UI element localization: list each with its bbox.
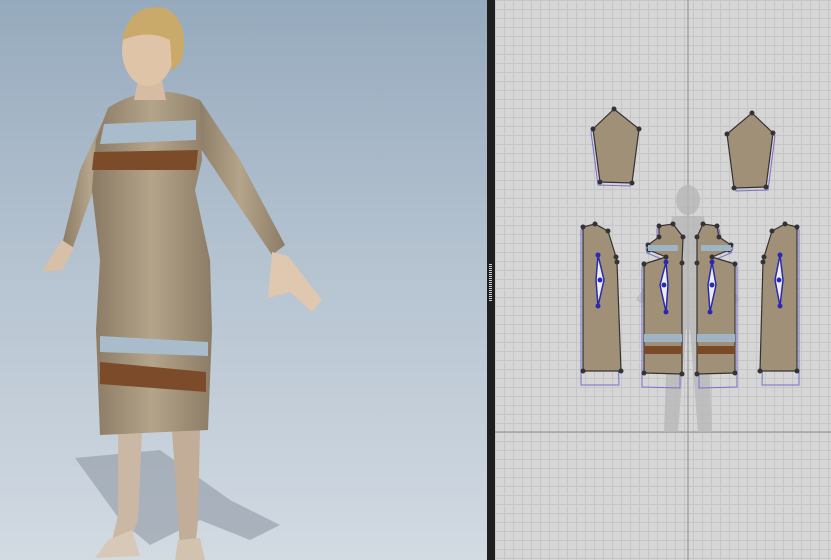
stripe [697,346,735,354]
control-point[interactable] [618,368,624,374]
control-point[interactable] [611,106,617,112]
dart-point[interactable] [709,282,715,288]
control-point[interactable] [714,223,720,229]
control-point[interactable] [670,221,676,227]
control-point[interactable] [641,261,647,267]
control-point[interactable] [724,131,730,137]
grip-icon[interactable] [489,264,492,302]
control-point[interactable] [782,221,788,227]
avatar-with-dress [42,7,322,560]
control-point[interactable] [636,126,642,132]
dart-point[interactable] [661,282,667,288]
control-point[interactable] [794,224,800,230]
control-point[interactable] [709,254,715,260]
dart-point[interactable] [595,252,601,258]
dart-point[interactable] [663,259,669,265]
control-point[interactable] [770,130,776,136]
control-point[interactable] [613,254,619,260]
2d-pattern-viewport[interactable] [495,0,831,560]
control-point[interactable] [656,223,662,229]
control-point[interactable] [760,259,766,265]
control-point[interactable] [794,368,800,374]
arm-right [195,100,285,255]
control-point[interactable] [679,260,685,266]
hand-left [42,240,74,272]
dart-point[interactable] [777,303,783,309]
control-point[interactable] [614,259,620,265]
control-point[interactable] [590,126,596,132]
dart-point[interactable] [777,252,783,258]
dart-point[interactable] [707,309,713,315]
shoe-right [175,538,205,560]
control-point[interactable] [700,221,706,227]
control-point[interactable] [592,221,598,227]
stripe-bust-brown [92,150,198,170]
pane-divider[interactable] [487,0,495,560]
control-point[interactable] [732,261,738,267]
control-point[interactable] [629,180,635,186]
control-point[interactable] [580,224,586,230]
sleeve-left-piece[interactable] [592,108,640,184]
control-point[interactable] [763,184,769,190]
control-point[interactable] [605,228,611,234]
control-point[interactable] [580,368,586,374]
control-point[interactable] [732,370,738,376]
3d-viewport[interactable] [0,0,487,560]
control-point[interactable] [694,260,700,266]
stripe [701,245,731,251]
hand-right [268,252,322,312]
control-point[interactable] [597,179,603,185]
stripe [697,334,735,342]
back-left-piece[interactable] [582,223,622,372]
control-point[interactable] [757,368,763,374]
control-point[interactable] [749,110,755,116]
dart-point[interactable] [663,309,669,315]
control-point[interactable] [663,254,669,260]
control-point[interactable] [694,371,700,377]
control-point[interactable] [680,234,686,240]
dart-point[interactable] [776,277,782,283]
stripe [644,346,682,354]
dart-point[interactable] [709,259,715,265]
stripe [648,245,678,251]
sleeve-right-piece[interactable] [726,112,774,189]
control-point[interactable] [761,254,767,260]
stripe-bust-blue [100,120,196,144]
control-point[interactable] [731,185,737,191]
stripe [644,334,682,342]
control-point[interactable] [679,371,685,377]
dart-point[interactable] [597,277,603,283]
control-point[interactable] [641,370,647,376]
control-point[interactable] [694,234,700,240]
control-point[interactable] [769,228,775,234]
control-point[interactable] [656,234,662,240]
dart-point[interactable] [595,303,601,309]
control-point[interactable] [716,234,722,240]
